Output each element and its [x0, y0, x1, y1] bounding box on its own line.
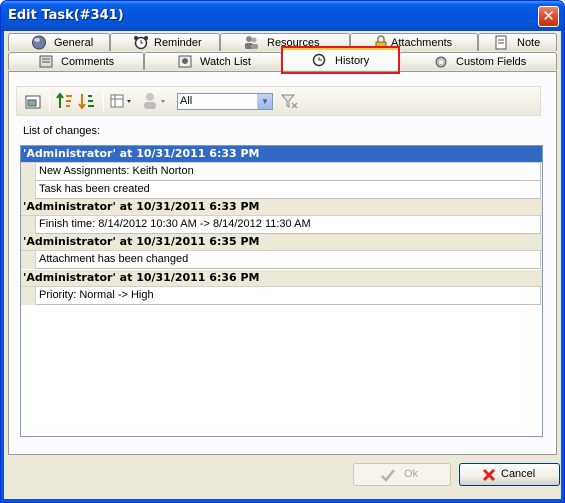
close-icon: ✕ — [542, 7, 555, 25]
tab-general[interactable]: General — [8, 33, 110, 51]
view-icon[interactable] — [24, 91, 44, 111]
row-indent — [21, 181, 36, 199]
history-entry[interactable]: Attachment has been changed — [21, 251, 542, 269]
history-entry[interactable]: Finish time: 8/14/2012 10:30 AM -> 8/14/… — [21, 216, 542, 234]
tab-custom-fields[interactable]: Custom Fields — [399, 52, 557, 70]
history-entry-text: Priority: Normal -> High — [36, 287, 541, 305]
tab-comments[interactable]: Comments — [8, 52, 144, 70]
tab-label: Comments — [61, 56, 115, 68]
clear-filter-icon[interactable] — [279, 91, 299, 111]
ok-button[interactable]: Ok — [353, 463, 451, 486]
chevron-down-icon[interactable]: ▼ — [257, 94, 272, 109]
columns-dropdown-icon[interactable] — [109, 91, 135, 111]
sort-descending-icon[interactable] — [77, 91, 97, 111]
window-border-right — [561, 31, 564, 502]
tab-reminder[interactable]: Reminder — [110, 33, 220, 51]
history-group-header[interactable]: 'Administrator' at 10/31/2011 6:35 PM — [21, 234, 542, 251]
ok-button-label: Ok — [404, 468, 419, 480]
cancel-button-label: Cancel — [501, 468, 536, 480]
cancel-x-icon — [482, 468, 496, 482]
tab-label: Reminder — [154, 37, 202, 49]
row-indent — [21, 163, 36, 181]
user-filter-icon[interactable] — [141, 91, 169, 111]
history-group-header[interactable]: 'Administrator' at 10/31/2011 6:33 PM — [21, 146, 542, 163]
window-border-left — [1, 31, 4, 502]
toolbar-separator — [49, 91, 50, 111]
note-icon — [495, 35, 507, 50]
check-icon — [381, 469, 395, 482]
history-toolbar: All ▼ — [16, 86, 541, 116]
list-caption: List of changes: — [23, 125, 101, 137]
cancel-button[interactable]: Cancel — [459, 463, 560, 486]
alarm-clock-icon — [134, 36, 148, 50]
tab-label: Note — [517, 37, 541, 49]
tab-label: Custom Fields — [456, 56, 527, 68]
history-group-header[interactable]: 'Administrator' at 10/31/2011 6:36 PM — [21, 270, 542, 287]
filter-combo-value: All — [180, 95, 193, 107]
close-button[interactable]: ✕ — [538, 6, 559, 27]
history-entry[interactable]: New Assignments: Keith Norton — [21, 163, 542, 181]
history-entry-text: Attachment has been changed — [36, 251, 541, 269]
tab-label: Watch List — [200, 56, 251, 68]
tab-label: General — [54, 37, 94, 49]
globe-icon — [32, 35, 46, 50]
window-border-bottom — [1, 499, 564, 502]
watch-list-icon — [178, 55, 192, 68]
history-list[interactable]: 'Administrator' at 10/31/2011 6:33 PM Ne… — [20, 145, 543, 437]
people-icon — [245, 36, 258, 49]
history-group-header[interactable]: 'Administrator' at 10/31/2011 6:33 PM — [21, 199, 542, 216]
row-indent — [21, 251, 36, 269]
comments-icon — [39, 55, 53, 68]
sort-ascending-icon[interactable] — [55, 91, 75, 111]
filter-combo[interactable]: All ▼ — [177, 93, 273, 110]
tab-label: History — [335, 55, 370, 67]
tab-note[interactable]: Note — [478, 33, 557, 51]
history-entry-text: New Assignments: Keith Norton — [36, 163, 541, 181]
tab-watch-list[interactable]: Watch List — [144, 52, 282, 70]
toolbar-separator — [103, 91, 104, 111]
history-entry-text: Finish time: 8/14/2012 10:30 AM -> 8/14/… — [36, 216, 541, 234]
row-indent — [21, 216, 36, 234]
history-icon — [312, 53, 326, 67]
tab-history[interactable]: History — [282, 48, 399, 70]
history-entry[interactable]: Priority: Normal -> High — [21, 287, 542, 305]
row-indent — [21, 287, 36, 305]
history-entry-text: Task has been created — [36, 181, 541, 199]
custom-fields-icon — [435, 56, 447, 68]
history-entry[interactable]: Task has been created — [21, 181, 542, 199]
tab-label: Attachments — [391, 37, 453, 49]
title-bar[interactable]: Edit Task(#341) ✕ — [1, 1, 564, 31]
window-title: Edit Task(#341) — [8, 8, 124, 23]
edit-task-window: Edit Task(#341) ✕ General Reminder Resou… — [0, 0, 565, 503]
